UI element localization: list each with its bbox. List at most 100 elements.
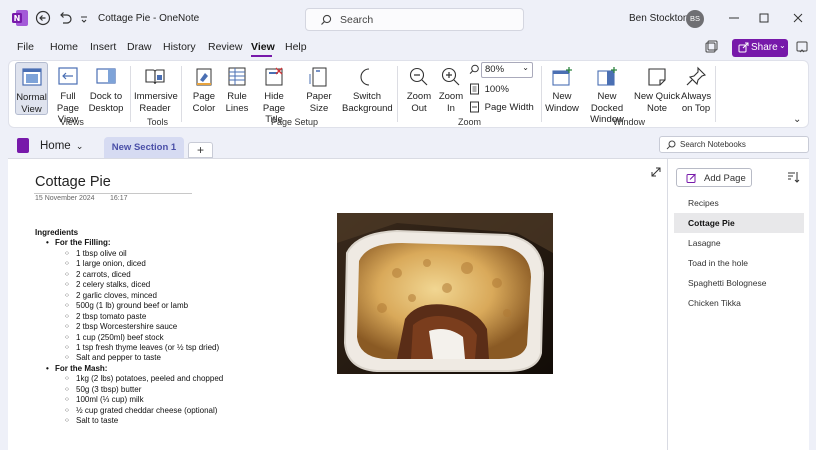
- menu-history[interactable]: History: [163, 41, 196, 53]
- normal-view-button[interactable]: Normal View: [15, 62, 48, 115]
- zoom-out-icon: [407, 66, 431, 88]
- tools-group-label: Tools: [147, 117, 169, 127]
- switch-background-button[interactable]: Switch Background: [342, 62, 393, 114]
- scrollbar[interactable]: [810, 158, 816, 450]
- page-item-toad-in-the-hole[interactable]: Toad in the hole: [674, 253, 804, 273]
- list-item: 500g (1 lb) ground beef or lamb: [35, 301, 295, 312]
- notebook-selector[interactable]: Home ⌄: [40, 140, 83, 152]
- back-icon[interactable]: [34, 9, 52, 27]
- list-item: 1 tbsp olive oil: [35, 249, 295, 260]
- switch-background-label: Switch Background: [342, 91, 393, 114]
- new-window-button[interactable]: New Window: [545, 62, 579, 114]
- chevron-down-icon: ⌄: [522, 63, 529, 72]
- list-item: 2 garlic cloves, minced: [35, 291, 295, 302]
- list-item: 1kg (2 lbs) potatoes, peeled and chopped: [35, 374, 295, 385]
- always-on-top-button[interactable]: Always on Top: [681, 62, 711, 114]
- rule-lines-label: Rule Lines: [225, 91, 249, 114]
- expand-icon[interactable]: [650, 166, 662, 178]
- user-name[interactable]: Ben Stockton: [629, 13, 688, 24]
- minimize-icon[interactable]: [722, 8, 746, 28]
- mash-heading: For the Mash:: [35, 364, 295, 375]
- zoom-group-label: Zoom: [458, 117, 482, 127]
- hide-page-title-button[interactable]: Hide Page Title: [254, 62, 294, 126]
- zoom-in-label: Zoom In: [438, 91, 464, 114]
- list-item: 2 tbsp tomato paste: [35, 312, 295, 323]
- filling-heading: For the Filling:: [35, 238, 295, 249]
- page-item-cottage-pie[interactable]: Cottage Pie: [674, 213, 804, 233]
- menu-help[interactable]: Help: [285, 41, 307, 53]
- menu-insert[interactable]: Insert: [90, 41, 116, 53]
- share-label: Share: [751, 42, 778, 53]
- page-item-lasagne[interactable]: Lasagne: [674, 233, 804, 253]
- paper-size-label: Paper Size: [306, 91, 332, 114]
- customize-quick-access-icon[interactable]: [78, 9, 96, 27]
- immersive-reader-icon: [143, 66, 167, 88]
- page-color-label: Page Color: [192, 91, 216, 114]
- new-docked-window-button[interactable]: New Docked Window: [581, 62, 633, 126]
- rule-lines-button[interactable]: Rule Lines: [221, 62, 253, 114]
- menu-view[interactable]: View: [251, 41, 275, 53]
- menu-home[interactable]: Home: [50, 41, 78, 53]
- maximize-icon[interactable]: [752, 8, 776, 28]
- collapse-ribbon-icon[interactable]: ⌄: [793, 114, 801, 125]
- zoom-percent-value: 80%: [485, 64, 505, 75]
- new-quick-note-label: New Quick Note: [634, 91, 680, 114]
- search-notebooks-input[interactable]: Search Notebooks: [659, 136, 809, 153]
- list-item: 50g (3 tbsp) butter: [35, 385, 295, 396]
- dock-to-desktop-label: Dock to Desktop: [88, 91, 124, 114]
- immersive-reader-label: Immersive Reader: [134, 91, 178, 114]
- page-item-spaghetti-bolognese[interactable]: Spaghetti Bolognese: [674, 273, 804, 293]
- paper-size-button[interactable]: Paper Size: [302, 62, 336, 114]
- always-on-top-label: Always on Top: [681, 91, 712, 114]
- notebooks-pane-icon[interactable]: [704, 40, 718, 54]
- title-underline: [34, 193, 192, 194]
- ingredients-heading: Ingredients: [35, 228, 79, 237]
- page-width-icon: [469, 101, 480, 113]
- dock-to-desktop-button[interactable]: Dock to Desktop: [88, 62, 124, 114]
- page-title[interactable]: Cottage Pie: [35, 174, 111, 190]
- page-item-recipes[interactable]: Recipes: [674, 193, 804, 213]
- page-color-icon: [192, 66, 216, 88]
- list-item: 1 tsp fresh thyme leaves (or ½ tsp dried…: [35, 343, 295, 354]
- immersive-reader-button[interactable]: Immersive Reader: [134, 62, 178, 114]
- search-box[interactable]: Search: [305, 8, 524, 31]
- list-item: 100ml (⅓ cup) milk: [35, 395, 295, 406]
- search-icon: [320, 14, 332, 26]
- add-page-label: Add Page: [704, 173, 746, 184]
- menu-file[interactable]: File: [17, 41, 34, 53]
- search-placeholder: Search: [340, 14, 374, 26]
- note-content[interactable]: Ingredients For the Filling: 1 tbsp oliv…: [35, 228, 295, 427]
- search-notebooks-placeholder: Search Notebooks: [680, 140, 746, 149]
- notebook-settings-icon[interactable]: [795, 40, 809, 54]
- page-width-label: Page Width: [484, 101, 534, 113]
- list-item: Salt and pepper to taste: [35, 353, 295, 364]
- menu-draw[interactable]: Draw: [127, 41, 152, 53]
- group-separator: [130, 66, 131, 122]
- page-item-chicken-tikka[interactable]: Chicken Tikka: [674, 293, 804, 313]
- onenote-logo-icon: N: [11, 9, 29, 27]
- full-page-view-icon: [56, 66, 80, 88]
- cottage-pie-photo[interactable]: [337, 213, 553, 374]
- chevron-down-icon: ⌄: [75, 141, 84, 151]
- avatar[interactable]: BS: [686, 10, 704, 28]
- page-time: 16:17: [110, 195, 128, 202]
- close-icon[interactable]: [786, 8, 810, 28]
- undo-icon[interactable]: [56, 9, 74, 27]
- tab-new-section-1[interactable]: New Section 1: [104, 137, 184, 158]
- zoom-in-button[interactable]: Zoom In: [436, 62, 466, 114]
- page-date: 15 November 2024: [35, 195, 95, 202]
- zoom-percent-select[interactable]: 80% ⌄: [481, 62, 533, 78]
- new-quick-note-button[interactable]: New Quick Note: [634, 62, 680, 114]
- new-window-icon: [550, 66, 574, 88]
- sort-pages-icon[interactable]: [786, 170, 800, 184]
- page-color-button[interactable]: Page Color: [186, 62, 222, 114]
- zoom-out-button[interactable]: Zoom Out: [404, 62, 434, 114]
- share-button[interactable]: Share ⌄: [732, 39, 788, 57]
- add-page-button[interactable]: Add Page: [676, 168, 752, 187]
- full-page-view-button[interactable]: Full Page View: [50, 62, 86, 126]
- menu-review[interactable]: Review: [208, 41, 242, 53]
- add-section-button[interactable]: +: [188, 142, 213, 158]
- page-width-button[interactable]: Page Width: [469, 101, 534, 113]
- hundred-percent-button[interactable]: 100%: [469, 83, 509, 95]
- views-group-label: Views: [60, 117, 84, 127]
